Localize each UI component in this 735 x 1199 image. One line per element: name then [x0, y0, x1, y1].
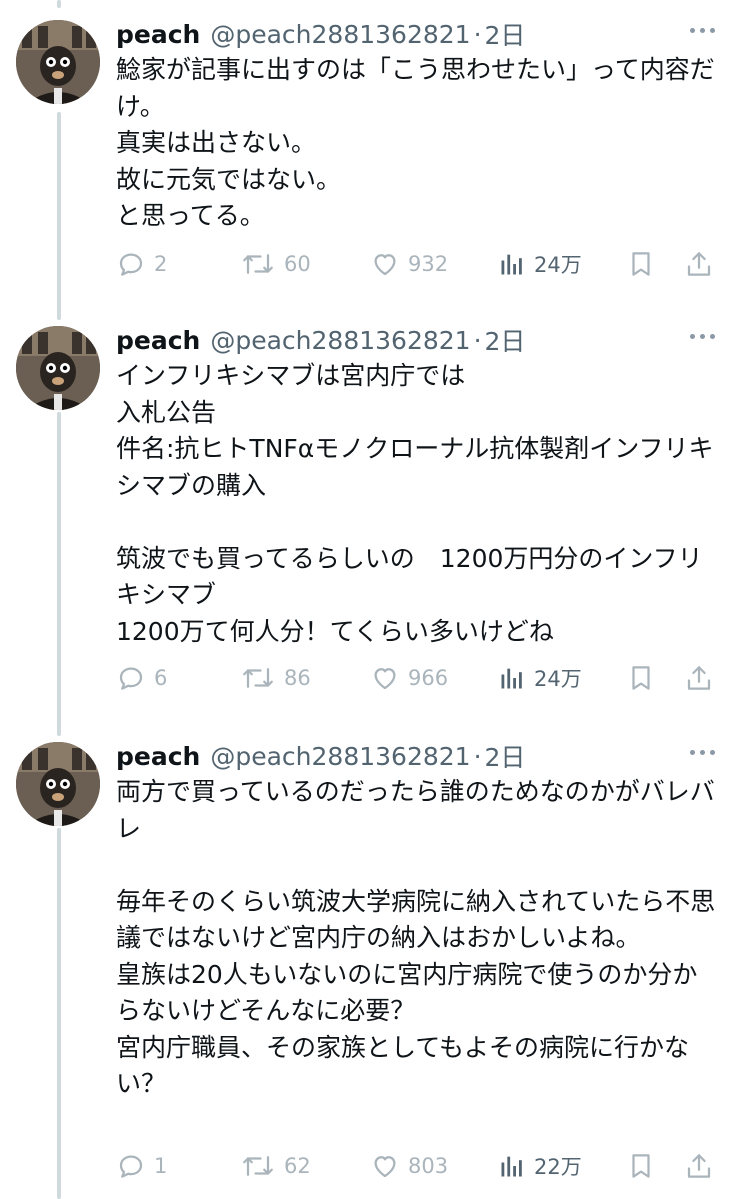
like-icon [374, 254, 396, 276]
more-icon[interactable] [690, 750, 715, 755]
share-button[interactable] [684, 244, 714, 284]
views-count: 22万 [534, 1155, 582, 1179]
tweet-actions: 2 60 932 24万 [116, 244, 716, 284]
retweet-button[interactable]: 86 [240, 658, 311, 698]
like-button[interactable]: 966 [370, 658, 448, 698]
views-button[interactable]: 24万 [498, 658, 582, 698]
reply-icon [119, 253, 143, 276]
bookmark-button[interactable] [626, 1146, 656, 1186]
avatar[interactable] [16, 326, 100, 410]
timestamp[interactable]: 2日 [485, 738, 526, 774]
retweet-icon [243, 254, 273, 274]
avatar[interactable] [16, 20, 100, 104]
timestamp[interactable]: 2日 [485, 322, 526, 358]
reply-button[interactable]: 2 [116, 244, 167, 284]
reply-count: 2 [154, 252, 168, 276]
like-count: 932 [408, 252, 449, 276]
bookmark-button[interactable] [626, 658, 656, 698]
avatar-photo [16, 742, 100, 826]
share-button[interactable] [684, 1146, 714, 1186]
share-icon [687, 666, 711, 690]
share-button[interactable] [684, 658, 714, 698]
retweet-count: 60 [284, 252, 311, 276]
views-button[interactable]: 24万 [498, 244, 582, 284]
retweet-count: 62 [284, 1154, 311, 1178]
reply-icon [119, 667, 143, 690]
views-icon [501, 668, 522, 689]
tweet-header: peach @peach2881362821 · 2日 [116, 736, 525, 776]
views-button[interactable]: 22万 [498, 1146, 582, 1186]
share-icon [687, 252, 711, 276]
tweet-actions: 1 62 803 22万 [116, 1146, 716, 1186]
views-count: 24万 [534, 253, 582, 277]
avatar-photo [16, 20, 100, 104]
tweet-header: peach @peach2881362821 · 2日 [116, 14, 525, 54]
avatar[interactable] [16, 742, 100, 826]
display-name[interactable]: peach [116, 326, 200, 355]
tweet-actions: 6 86 966 24万 [116, 658, 716, 698]
like-button[interactable]: 932 [370, 244, 448, 284]
avatar-photo [16, 326, 100, 410]
separator-dot: · [473, 325, 482, 355]
more-icon[interactable] [690, 28, 715, 33]
tweet-text: インフリキシマブは宮内庁では 入札公告 件名:抗ヒトTNFαモノクローナル抗体製… [116, 361, 714, 646]
like-button[interactable]: 803 [370, 1146, 448, 1186]
reply-icon [119, 1155, 143, 1178]
display-name[interactable]: peach [116, 742, 200, 771]
retweet-icon [243, 668, 273, 688]
views-icon [501, 1156, 522, 1177]
reply-button[interactable]: 6 [116, 658, 167, 698]
timestamp[interactable]: 2日 [485, 16, 526, 52]
more-icon[interactable] [690, 334, 715, 339]
tweet-text: 両方で買っているのだったら誰のためなのかがバレバレ 毎年そのくらい筑波大学病院に… [116, 777, 716, 1098]
separator-dot: · [473, 741, 482, 771]
like-count: 966 [408, 666, 449, 690]
tweet-text: 鯰家が記事に出すのは「こう思わせたい」って内容だけ。 真実は出さない。 故に元気… [116, 55, 715, 230]
bookmark-icon [632, 1154, 650, 1178]
retweet-button[interactable]: 62 [240, 1146, 311, 1186]
separator-dot: · [473, 19, 482, 49]
retweet-count: 86 [284, 666, 311, 690]
bookmark-icon [632, 666, 650, 690]
bookmark-button[interactable] [626, 244, 656, 284]
user-handle[interactable]: @peach2881362821 [210, 326, 470, 355]
retweet-button[interactable]: 60 [240, 244, 311, 284]
thread-connector-line [57, 0, 61, 8]
like-icon [374, 1156, 396, 1178]
reply-count: 6 [154, 666, 168, 690]
retweet-icon [243, 1156, 273, 1176]
like-icon [374, 668, 396, 690]
views-count: 24万 [534, 667, 582, 691]
tweet-header: peach @peach2881362821 · 2日 [116, 320, 525, 360]
tweet[interactable]: peach @peach2881362821 · 2日 両方で買っているのだった… [0, 736, 735, 1196]
like-count: 803 [408, 1154, 449, 1178]
user-handle[interactable]: @peach2881362821 [210, 742, 470, 771]
display-name[interactable]: peach [116, 20, 200, 49]
tweet[interactable]: peach @peach2881362821 · 2日 インフリキシマブは宮内庁… [0, 320, 735, 730]
user-handle[interactable]: @peach2881362821 [210, 20, 470, 49]
views-icon [501, 254, 522, 275]
tweet[interactable]: peach @peach2881362821 · 2日 鯰家が記事に出すのは「こ… [0, 14, 735, 304]
bookmark-icon [632, 252, 650, 276]
reply-count: 1 [154, 1154, 168, 1178]
reply-button[interactable]: 1 [116, 1146, 167, 1186]
share-icon [687, 1154, 711, 1178]
